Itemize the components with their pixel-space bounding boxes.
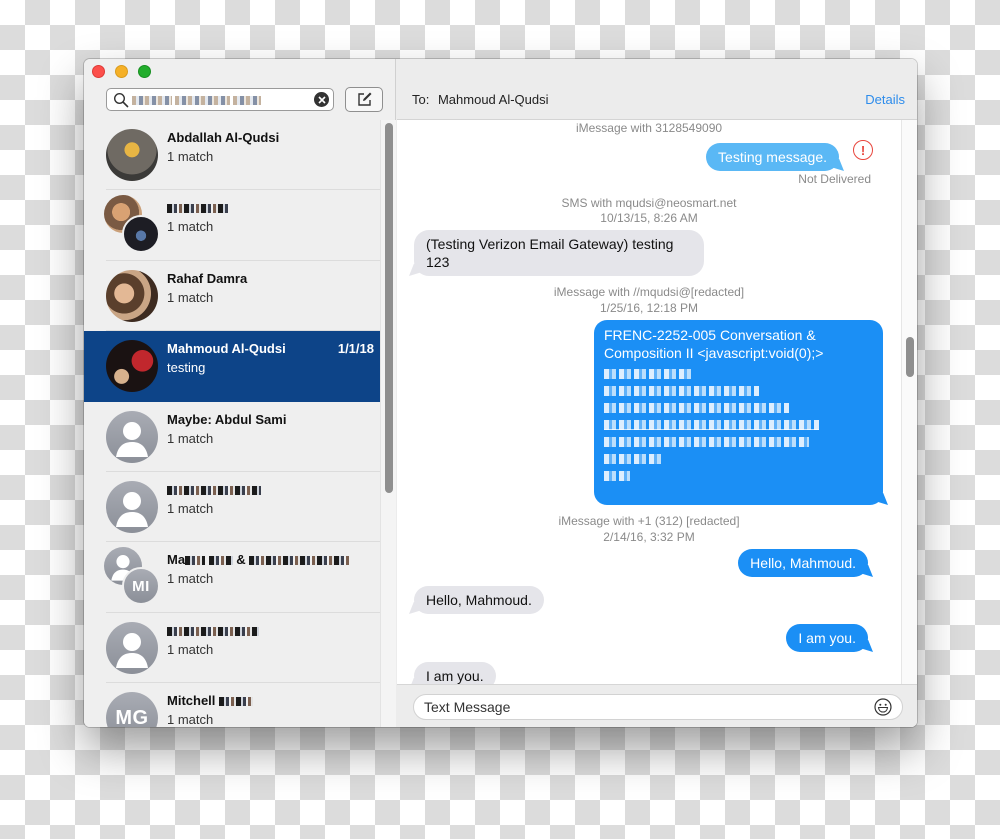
contact-name-redacted — [167, 623, 380, 640]
search-field[interactable] — [106, 88, 334, 111]
match-count: 1 match — [167, 289, 214, 305]
match-count: 1 match — [167, 641, 214, 657]
last-message-preview: testing — [167, 360, 206, 376]
conversation-row[interactable]: Maybe: Abdul Sami 1 match — [84, 402, 380, 473]
conversation-row[interactable]: 1 match — [84, 190, 380, 262]
contact-name: Abdallah Al-Qudsi — [167, 130, 280, 145]
contact-photo — [106, 340, 158, 393]
conversation-header: To: Mahmoud Al-Qudsi Details — [397, 59, 917, 120]
clear-search-button[interactable] — [314, 92, 329, 107]
group-avatar — [104, 195, 160, 254]
sidebar: Abdallah Al-Qudsi 1 match 1 match Rahaf … — [84, 59, 396, 727]
traffic-lights — [92, 65, 151, 78]
contact-name: Rahaf Damra — [167, 270, 248, 286]
person-placeholder-icon — [106, 410, 158, 463]
initials-avatar: MI — [122, 567, 160, 606]
search-input-value[interactable] — [132, 93, 314, 107]
avatar — [106, 480, 158, 533]
incoming-message[interactable]: I am you. — [414, 662, 496, 684]
redacted-message-body — [604, 369, 873, 481]
outgoing-message[interactable]: Testing message. — [706, 143, 839, 171]
conversation-row[interactable]: MI Ma & 1 match — [84, 542, 380, 614]
delivery-status: Not Delivered — [798, 172, 871, 186]
contact-photo — [106, 269, 158, 322]
zoom-window-button[interactable] — [138, 65, 151, 78]
conversation-row[interactable]: MG Mitchell 1 match — [84, 683, 380, 727]
avatar — [106, 269, 158, 322]
emoji-smiley-icon[interactable] — [874, 698, 892, 716]
group-avatar: MI — [104, 547, 160, 606]
recipient-field[interactable]: To: Mahmoud Al-Qudsi — [412, 92, 549, 107]
exclamation-circle-icon[interactable]: ! — [853, 140, 873, 160]
incoming-message[interactable]: Hello, Mahmoud. — [414, 586, 544, 614]
service-header: iMessage with 3128549090 — [575, 121, 723, 135]
details-button[interactable]: Details — [865, 92, 905, 107]
avatar — [106, 129, 158, 181]
recipient-name: Mahmoud Al-Qudsi — [437, 92, 549, 107]
match-count: 1 match — [167, 430, 214, 446]
contact-name-redacted — [167, 482, 380, 499]
match-count: 1 match — [167, 500, 214, 516]
messages-window: Abdallah Al-Qudsi 1 match 1 match Rahaf … — [84, 59, 917, 727]
clear-x-icon — [317, 95, 326, 104]
composer-bar — [397, 684, 917, 727]
conversation-list: Abdallah Al-Qudsi 1 match 1 match Rahaf … — [84, 120, 380, 727]
transcript-scrollbar[interactable] — [901, 120, 917, 684]
conversation-row-selected[interactable]: Mahmoud Al-Qudsi testing 1/1/18 — [84, 331, 380, 402]
avatar: MG — [106, 692, 158, 727]
message-input[interactable] — [424, 699, 874, 715]
incoming-message[interactable]: (Testing Verizon Email Gateway) testing … — [414, 230, 704, 276]
compose-pencil-icon — [357, 92, 371, 106]
avatar — [106, 410, 158, 463]
message-text: FRENC-2252-005 Conversation & Compositio… — [604, 327, 824, 361]
conversation-row[interactable]: Abdallah Al-Qudsi 1 match — [84, 120, 380, 191]
compose-button[interactable] — [345, 87, 383, 112]
conversation-row[interactable]: 1 match — [84, 613, 380, 684]
service-header: SMS with mqudsi@neosmart.net — [561, 196, 737, 210]
contact-name: Maybe: Abdul Sami — [167, 411, 287, 427]
contact-name-redacted — [167, 200, 380, 217]
service-header: iMessage with //mqudsi@[redacted] — [553, 285, 745, 299]
person-placeholder-icon — [106, 621, 158, 674]
timestamp: 10/13/15, 8:26 AM — [600, 211, 698, 225]
outgoing-message[interactable]: Hello, Mahmoud. — [738, 549, 868, 577]
conversation-row[interactable]: 1 match — [84, 472, 380, 543]
minimize-window-button[interactable] — [115, 65, 128, 78]
contact-name-redacted: Ma & — [167, 552, 380, 569]
match-count: 1 match — [167, 712, 214, 727]
search-icon — [113, 92, 129, 107]
close-window-button[interactable] — [92, 65, 105, 78]
timestamp: 2/14/16, 3:32 PM — [603, 530, 695, 544]
transcript-scroll-thumb[interactable] — [906, 337, 914, 377]
sidebar-scroll-thumb[interactable] — [385, 123, 393, 493]
match-count: 1 match — [167, 149, 214, 164]
match-count: 1 match — [167, 219, 214, 235]
outgoing-message-long[interactable]: FRENC-2252-005 Conversation & Compositio… — [594, 320, 883, 505]
conversation-pane: To: Mahmoud Al-Qudsi Details iMessage wi… — [397, 59, 917, 727]
initials-avatar: MG — [106, 692, 158, 727]
avatar — [106, 340, 158, 393]
outgoing-message[interactable]: I am you. — [786, 624, 868, 652]
conversation-row[interactable]: Rahaf Damra 1 match — [84, 261, 380, 332]
match-count: 1 match — [167, 571, 214, 587]
last-message-date: 1/1/18 — [337, 341, 374, 357]
timestamp: 1/25/16, 12:18 PM — [599, 301, 699, 315]
contact-photo — [122, 215, 160, 254]
avatar — [106, 621, 158, 674]
to-label: To: — [412, 92, 430, 107]
message-transcript: iMessage with 3128549090 Testing message… — [397, 120, 901, 684]
service-header: iMessage with +1 (312) [redacted] — [558, 514, 740, 528]
contact-name: Mitchell — [167, 693, 380, 710]
sidebar-scrollbar[interactable] — [380, 120, 396, 727]
message-field[interactable] — [413, 694, 903, 720]
contact-photo — [106, 129, 158, 181]
person-placeholder-icon — [106, 480, 158, 533]
